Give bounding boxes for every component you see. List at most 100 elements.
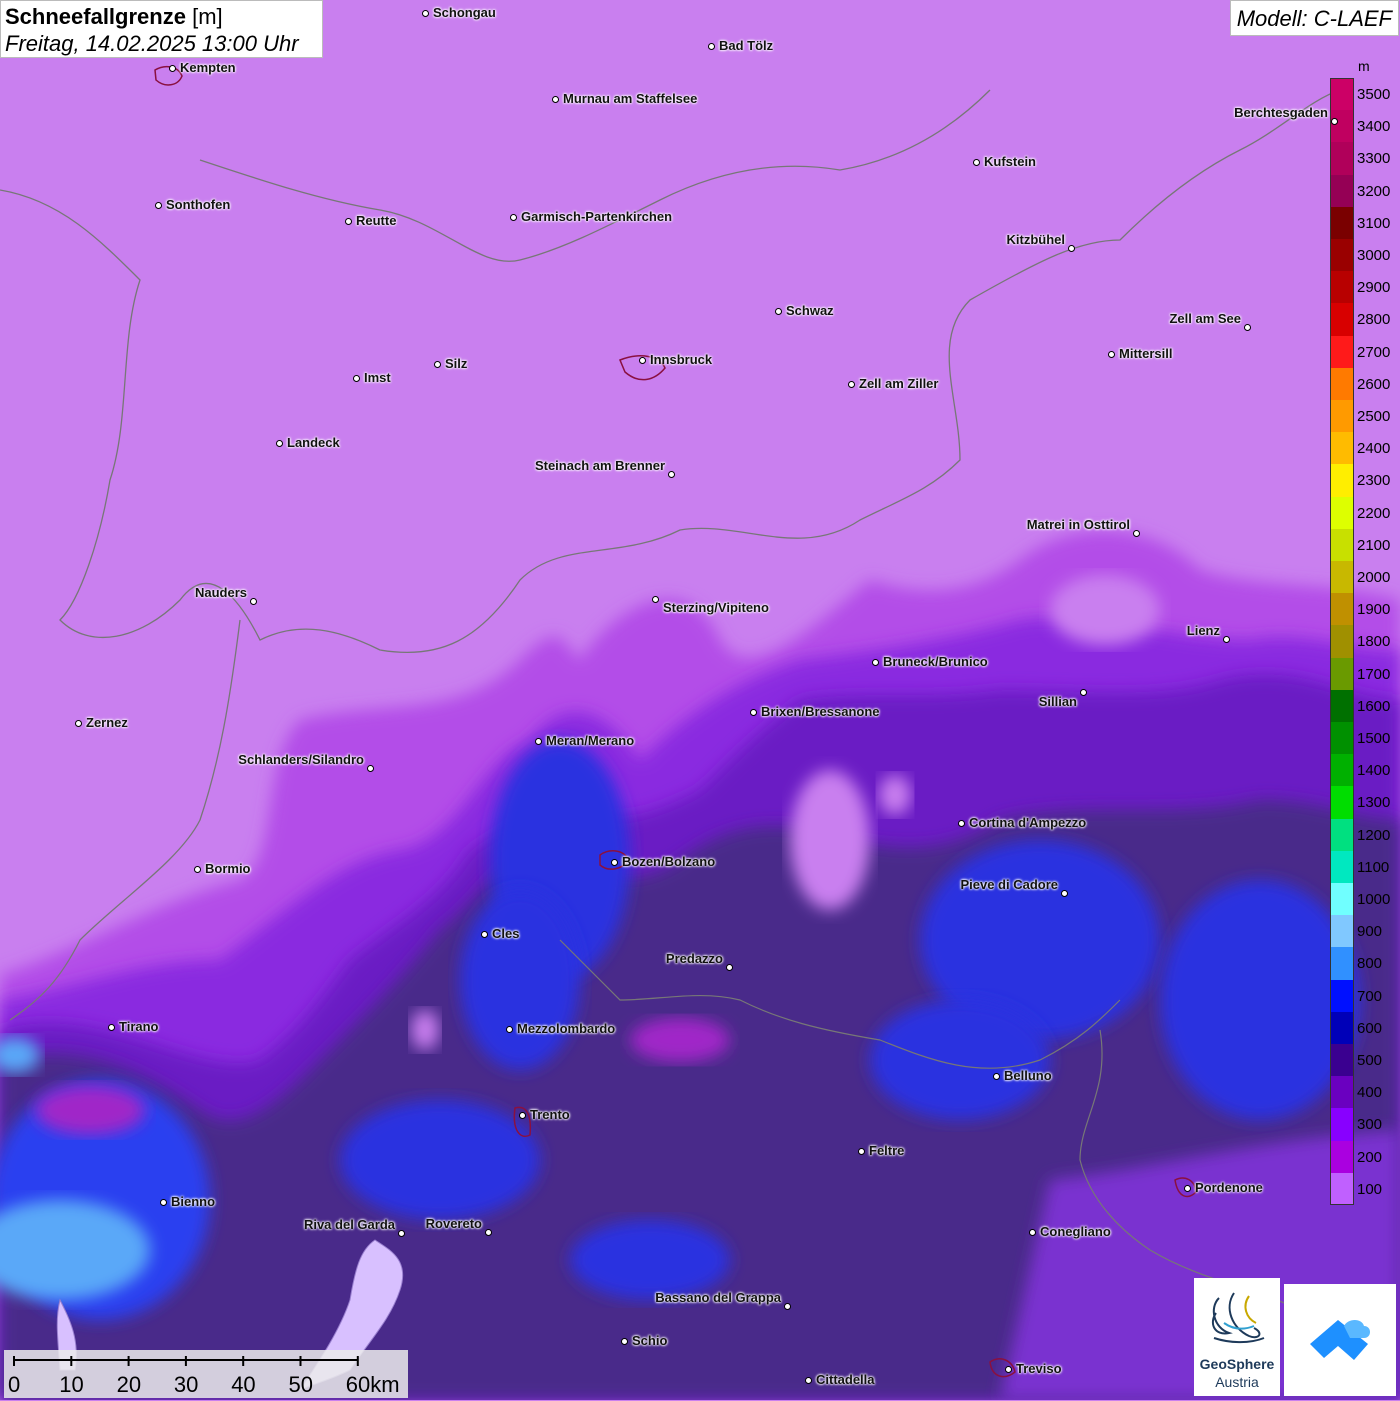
city-label: Mezzolombardo [517, 1021, 616, 1036]
legend-label: 3500 [1357, 86, 1391, 103]
legend-label: 2700 [1357, 343, 1391, 361]
legend-label: 1700 [1357, 665, 1391, 683]
city-marker [534, 737, 542, 745]
city-label: Predazzo [665, 951, 723, 966]
city-label: Bienno [171, 1194, 216, 1209]
legend-label: 1400 [1357, 762, 1391, 780]
legend-label: 900 [1357, 923, 1383, 941]
legend-label: 3200 [1357, 182, 1391, 200]
city-marker [249, 597, 257, 605]
city-label: Zell am See [1169, 311, 1241, 326]
city-label: Landeck [287, 435, 340, 450]
city-marker [1028, 1228, 1036, 1236]
city-marker [638, 356, 646, 364]
city-marker [707, 42, 715, 50]
city-marker [421, 9, 429, 17]
city-marker [620, 1337, 628, 1345]
city-label: Treviso [1016, 1361, 1062, 1376]
legend-label: 2200 [1357, 504, 1391, 522]
city-label: Zernez [86, 715, 128, 730]
city-label: Silz [445, 356, 468, 371]
city-marker [1132, 529, 1140, 537]
city-marker [551, 95, 559, 103]
city-marker [804, 1376, 812, 1384]
city-marker [749, 708, 757, 716]
city-marker [1060, 889, 1068, 897]
city-marker [725, 963, 733, 971]
city-label: Matrei in Osttirol [1026, 517, 1130, 532]
city-marker [484, 1228, 492, 1236]
city-label: Bad Tölz [719, 38, 774, 53]
legend-label: 200 [1357, 1148, 1383, 1166]
legend-label: 1900 [1357, 601, 1391, 619]
legend-label: 800 [1357, 955, 1383, 973]
city-label: Bozen/Bolzano [622, 854, 716, 869]
city-label: Cortina d'Ampezzo [969, 815, 1087, 830]
city-marker [972, 158, 980, 166]
legend-label: 2000 [1357, 569, 1391, 586]
legend-label: 1800 [1357, 633, 1391, 651]
legend-label: 2500 [1357, 408, 1391, 425]
city-marker [344, 217, 352, 225]
city-label: Schio [632, 1333, 668, 1348]
city-marker [159, 1198, 167, 1206]
city-label: Nauders [194, 585, 247, 600]
scale-label: 0 [8, 1372, 21, 1397]
scale-label: 50 [288, 1372, 313, 1397]
geosphere-swirl-icon [1211, 1292, 1265, 1344]
city-label: Schlanders/Silandro [238, 752, 364, 767]
city-label: Sillian [1038, 694, 1077, 709]
legend-label: 500 [1357, 1052, 1383, 1069]
scale-label: 60km [345, 1372, 400, 1397]
city-marker [397, 1229, 405, 1237]
city-marker [957, 819, 965, 827]
city-marker [1079, 688, 1087, 696]
city-label: Cles [492, 926, 520, 941]
city-marker [518, 1111, 526, 1119]
city-marker [1330, 117, 1338, 125]
city-marker [1107, 350, 1115, 358]
city-marker [275, 439, 283, 447]
scale-label: 10 [59, 1372, 84, 1397]
legend-frame [1330, 78, 1354, 1205]
legend-label: 2400 [1357, 440, 1391, 458]
legend-label: 1000 [1357, 891, 1391, 908]
legend-label: 1100 [1357, 858, 1390, 876]
city-label: Rovereto [425, 1216, 482, 1231]
city-label: Sterzing/Vipiteno [663, 600, 769, 615]
city-label: Zell am Ziller [859, 376, 939, 391]
legend-label: 2800 [1357, 311, 1391, 329]
color-legend: 3500 3400 3300 3200 3100 3000 2900 2800 2700 2600… [1330, 58, 1400, 1208]
scale-label: 30 [173, 1372, 199, 1397]
city-marker [1004, 1365, 1012, 1373]
legend-label: 3300 [1357, 150, 1391, 168]
legend-label: 300 [1357, 1116, 1383, 1134]
city-marker [1243, 323, 1251, 331]
legend-label: 2900 [1357, 279, 1391, 297]
geosphere-logo-line2: Austria [1215, 1374, 1259, 1390]
city-marker [366, 764, 374, 772]
city-label: Imst [364, 370, 391, 385]
city-label: Murnau am Staffelsee [563, 91, 698, 106]
city-marker [857, 1147, 865, 1155]
city-label: Belluno [1004, 1068, 1052, 1083]
legend-label: 600 [1357, 1019, 1383, 1037]
city-marker [610, 858, 618, 866]
city-label: Kitzbühel [1006, 232, 1066, 247]
city-label: Kempten [180, 60, 236, 75]
city-label: Pieve di Cadore [960, 877, 1058, 892]
city-marker [871, 658, 879, 666]
city-label: Bormio [205, 861, 251, 876]
city-label: Kufstein [984, 154, 1036, 169]
city-label: Schwaz [786, 303, 834, 318]
city-label: Innsbruck [650, 352, 713, 367]
city-label: Bassano del Grappa [655, 1290, 781, 1305]
city-marker [667, 470, 675, 478]
city-marker [509, 213, 517, 221]
legend-label: 2100 [1357, 536, 1391, 554]
scale-label: 20 [116, 1372, 142, 1397]
city-marker [154, 201, 162, 209]
city-marker [505, 1025, 513, 1033]
city-marker [651, 595, 659, 603]
city-marker [193, 865, 201, 873]
